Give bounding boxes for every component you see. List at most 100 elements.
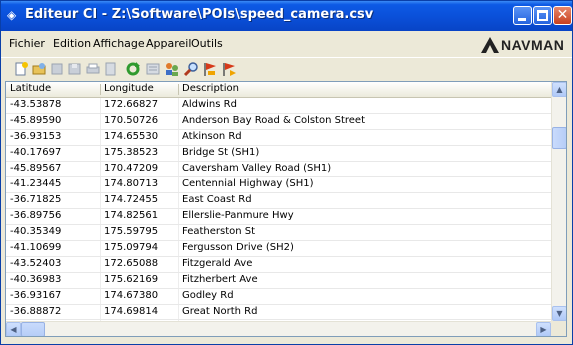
table-row[interactable]: -41.10699 175.09794 Fergusson Drive (SH2): [6, 241, 551, 257]
cell-latitude: -40.35349: [10, 226, 62, 238]
cell-description: Fergusson Drive (SH2): [182, 242, 294, 254]
table-row[interactable]: -40.36983 175.62169 Fitzherbert Ave: [6, 273, 551, 289]
table-row[interactable]: -36.71825 174.72455 East Coast Rd: [6, 193, 551, 210]
chevron-left-icon: ◀: [10, 325, 17, 334]
vertical-scroll-thumb[interactable]: [552, 127, 566, 149]
scroll-up-button[interactable]: ▲: [552, 82, 566, 97]
open-file-icon[interactable]: [31, 61, 47, 77]
brand-name: NAVMAN: [501, 37, 565, 53]
flag-arrow-icon[interactable]: [221, 61, 237, 77]
menu-appareil[interactable]: Appareil: [146, 37, 191, 50]
cell-latitude: -45.89590: [10, 114, 62, 126]
scroll-right-button[interactable]: ▶: [536, 322, 551, 336]
print-icon[interactable]: [85, 61, 101, 77]
menu-edition[interactable]: Edition: [53, 37, 91, 50]
list-icon[interactable]: [145, 61, 161, 77]
chevron-up-icon: ▲: [556, 85, 563, 94]
cell-latitude: -43.53878: [10, 99, 62, 110]
cell-description: Anderson Bay Road & Colston Street: [182, 114, 365, 126]
chevron-down-icon: ▼: [556, 309, 563, 318]
column-header-longitude[interactable]: Longitude: [104, 83, 154, 94]
cell-longitude: 175.38523: [104, 146, 159, 158]
cell-longitude: 170.50726: [104, 114, 159, 126]
navman-logo: NAVMAN: [481, 36, 569, 54]
cell-latitude: -41.23445: [10, 178, 62, 190]
close-button[interactable]: ✕: [553, 6, 572, 25]
cell-longitude: 174.65530: [104, 130, 159, 142]
app-window: ◈ Editeur CI - Z:\Software\POIs\speed_ca…: [0, 0, 573, 345]
new-file-icon[interactable]: [13, 61, 29, 77]
cell-longitude: 170.47209: [104, 162, 159, 174]
menu-outils[interactable]: Outils: [191, 37, 223, 50]
vertical-scrollbar[interactable]: ▲ ▼: [551, 82, 566, 321]
cell-longitude: 174.80713: [104, 178, 159, 190]
table-row[interactable]: -43.52403 172.65088 Fitzgerald Ave: [6, 257, 551, 273]
horizontal-scrollbar[interactable]: ◀ ▶: [6, 321, 551, 336]
scroll-down-button[interactable]: ▼: [552, 306, 566, 321]
cell-description: Aldwins Rd: [182, 99, 237, 110]
close-icon: ✕: [556, 7, 569, 23]
cell-longitude: 174.72455: [104, 194, 159, 206]
maximize-button[interactable]: [533, 6, 552, 25]
header-divider[interactable]: [178, 84, 179, 95]
cell-longitude: 174.69814: [104, 305, 159, 317]
table-row[interactable]: -45.89567 170.47209 Caversham Valley Road …: [6, 162, 551, 178]
cell-description: Great North Rd: [182, 305, 258, 317]
menu-affichage[interactable]: Affichage: [93, 37, 145, 50]
cell-latitude: -40.17697: [10, 146, 62, 158]
cell-latitude: -40.36983: [10, 273, 62, 285]
title-bar[interactable]: ◈ Editeur CI - Z:\Software\POIs\speed_ca…: [1, 1, 572, 31]
cell-longitude: 172.66827: [104, 99, 159, 110]
refresh-icon[interactable]: [125, 61, 141, 77]
cell-latitude: -45.89567: [10, 162, 62, 174]
magnifier-icon[interactable]: [183, 61, 199, 77]
cell-longitude: 174.67380: [104, 289, 159, 301]
column-header-description[interactable]: Description: [182, 83, 239, 94]
cell-description: Fitzgerald Ave: [182, 257, 253, 269]
header-divider[interactable]: [100, 84, 101, 95]
users-icon[interactable]: [164, 61, 180, 77]
table-body: -43.53878 172.66827 Aldwins Rd -45.89590 170…: [6, 98, 551, 336]
cell-description: East Coast Rd: [182, 194, 252, 206]
minimize-button[interactable]: [513, 6, 532, 25]
cell-longitude: 174.82561: [104, 210, 159, 222]
print-preview-icon[interactable]: [103, 61, 119, 77]
table-header: Latitude Longitude Description: [6, 82, 551, 98]
table-row[interactable]: -40.17697 175.38523 Bridge St (SH1): [6, 146, 551, 162]
scrollbar-corner: [551, 321, 566, 336]
scroll-left-button[interactable]: ◀: [6, 322, 21, 336]
diamond-icon[interactable]: ◈: [7, 9, 19, 21]
cell-longitude: 172.65088: [104, 257, 159, 269]
cell-latitude: -36.93153: [10, 130, 62, 142]
cell-description: Caversham Valley Road (SH1): [182, 162, 332, 174]
table-row[interactable]: -45.89590 170.50726 Anderson Bay Road & Co…: [6, 114, 551, 130]
table-row[interactable]: -36.93167 174.67380 Godley Rd: [6, 289, 551, 305]
maximize-icon: [537, 10, 548, 21]
cell-description: Atkinson Rd: [182, 130, 242, 142]
cell-latitude: -43.52403: [10, 257, 62, 269]
menu-fichier[interactable]: Fichier: [9, 37, 45, 50]
cell-longitude: 175.62169: [104, 273, 159, 285]
cell-longitude: 175.59795: [104, 226, 159, 238]
table-row[interactable]: -40.35349 175.59795 Featherston St: [6, 225, 551, 242]
poi-table: Latitude Longitude Description -43.53878…: [5, 81, 567, 337]
cell-description: Godley Rd: [182, 289, 234, 301]
minimize-icon: [518, 18, 526, 21]
table-row[interactable]: -36.93153 174.65530 Atkinson Rd: [6, 130, 551, 146]
save-as-icon[interactable]: [67, 61, 83, 77]
cell-latitude: -36.93167: [10, 289, 62, 301]
table-row[interactable]: -36.89756 174.82561 Ellerslie-Panmure Hwy: [6, 209, 551, 226]
toolbar: [1, 57, 572, 80]
cell-latitude: -41.10699: [10, 242, 62, 254]
navman-logo-icon: [481, 37, 499, 53]
horizontal-scroll-thumb[interactable]: [21, 322, 45, 336]
column-header-latitude[interactable]: Latitude: [10, 83, 51, 94]
table-row[interactable]: -43.53878 172.66827 Aldwins Rd: [6, 98, 551, 114]
cell-description: Centennial Highway (SH1): [182, 178, 314, 190]
table-row[interactable]: -36.88872 174.69814 Great North Rd: [6, 305, 551, 321]
save-icon[interactable]: [49, 61, 65, 77]
table-row[interactable]: -41.23445 174.80713 Centennial Highway (SH…: [6, 177, 551, 194]
flag-icon[interactable]: [202, 61, 218, 77]
cell-description: Bridge St (SH1): [182, 146, 260, 158]
cell-description: Featherston St: [182, 226, 256, 238]
